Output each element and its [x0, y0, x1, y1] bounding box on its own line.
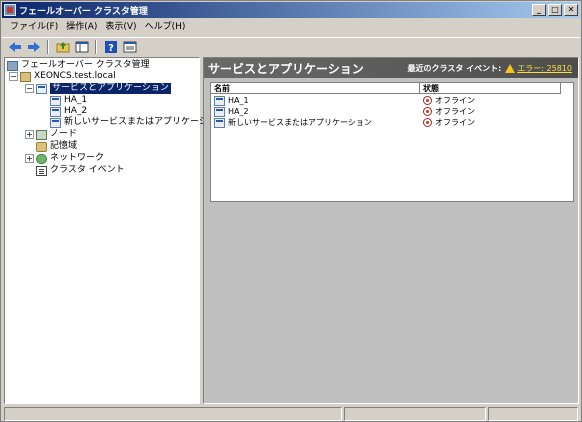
tree-item-events[interactable]: クラスタ イベント	[36, 165, 125, 176]
failover-cluster-app-icon	[4, 4, 16, 16]
offline-status-icon	[423, 118, 432, 127]
offline-status-icon	[423, 107, 432, 116]
network-icon	[36, 153, 47, 164]
title-bar[interactable]: フェールオーバー クラスタ管理 _ □ ✕	[2, 2, 580, 18]
properties-button[interactable]	[121, 39, 138, 55]
tree-item-nodes[interactable]: + ノード	[25, 129, 77, 140]
expand-toggle[interactable]: +	[25, 154, 34, 163]
list-item-status: オフライン	[435, 96, 475, 105]
warning-icon	[505, 63, 516, 73]
tree-item-ha1[interactable]: HA_1	[50, 95, 87, 106]
minimize-button[interactable]: _	[532, 4, 546, 16]
menu-view[interactable]: 表示(V)	[101, 20, 140, 35]
list-item-name-cell: HA_1	[214, 95, 249, 106]
toolbar-separator	[47, 40, 49, 54]
tree-item-services[interactable]: − サービスとアプリケーション	[25, 83, 171, 94]
recent-events: 最近のクラスタ イベント: エラー: 25810	[407, 63, 572, 74]
window-controls: _ □ ✕	[532, 4, 578, 16]
status-panel-secondary	[344, 407, 486, 421]
tree-item-storage-label: 記憶域	[50, 141, 78, 151]
up-level-button[interactable]	[54, 39, 71, 55]
tree-item-ha1-label: HA_1	[64, 95, 88, 105]
tree-item-storage[interactable]: 記憶域	[36, 141, 77, 152]
content-pane: サービスとアプリケーション 最近のクラスタ イベント: エラー: 25810 名…	[203, 57, 579, 404]
list-item-name: 新しいサービスまたはアプリケーション	[228, 118, 372, 127]
tree-item-cluster[interactable]: − XEONCS.test.local	[9, 71, 116, 82]
offline-status-icon	[423, 96, 432, 105]
list-item-status: オフライン	[435, 107, 475, 116]
list-item-name: HA_1	[228, 96, 249, 105]
list-item-name-cell: 新しいサービスまたはアプリケーション	[214, 117, 372, 128]
status-panel-main	[4, 407, 342, 421]
tree-item-new-service[interactable]: 新しいサービスまたはアプリケーション	[50, 117, 226, 128]
window-title: フェールオーバー クラスタ管理	[19, 6, 148, 17]
tree-item-ha2-label: HA_2	[64, 106, 88, 116]
status-bar	[2, 406, 580, 422]
list-item[interactable]: 新しいサービスまたはアプリケーション オフライン	[211, 117, 573, 128]
list-item[interactable]: HA_2 オフライン	[211, 106, 573, 117]
recent-events-link[interactable]: エラー: 25810	[517, 63, 572, 74]
service-icon	[50, 106, 61, 117]
service-icon	[214, 117, 225, 128]
close-button[interactable]: ✕	[564, 4, 578, 16]
tree-item-nodes-label: ノード	[50, 129, 78, 139]
column-header-status[interactable]: 状態	[420, 83, 561, 94]
forward-arrow-icon	[27, 42, 40, 52]
service-icon	[50, 95, 61, 106]
forward-button[interactable]	[25, 39, 42, 55]
menu-action[interactable]: 操作(A)	[62, 20, 101, 35]
show-hide-tree-button[interactable]	[73, 39, 90, 55]
content-header: サービスとアプリケーション 最近のクラスタ イベント: エラー: 25810	[204, 58, 578, 78]
console-tree[interactable]: フェールオーバー クラスタ管理 − XEONCS.test.local − サー…	[4, 57, 226, 404]
console-tree-icon	[75, 41, 88, 53]
service-icon	[50, 117, 61, 128]
cluster-icon	[20, 71, 31, 82]
list-item-status-cell: オフライン	[423, 106, 475, 117]
services-icon	[36, 83, 47, 94]
services-list[interactable]: 名前 状態 HA_1 オフライン HA_2 オフライン 新しいサービスまたはアプ…	[210, 82, 574, 202]
toolbar: ?	[2, 37, 580, 56]
help-button[interactable]: ?	[102, 39, 119, 55]
maximize-button[interactable]: □	[548, 4, 562, 16]
list-item[interactable]: HA_1 オフライン	[211, 95, 573, 106]
nodes-icon	[36, 129, 47, 140]
status-panel-tertiary	[488, 407, 578, 421]
tree-item-new-service-label: 新しいサービスまたはアプリケーション	[64, 117, 226, 127]
list-item-status-cell: オフライン	[423, 95, 475, 106]
properties-icon	[123, 41, 136, 53]
collapse-toggle[interactable]: −	[9, 72, 18, 81]
recent-events-label: 最近のクラスタ イベント:	[407, 63, 502, 73]
tree-item-services-label: サービスとアプリケーション	[50, 83, 171, 94]
list-item-status-cell: オフライン	[423, 117, 475, 128]
list-item-status: オフライン	[435, 118, 475, 127]
service-icon	[214, 95, 225, 106]
service-icon	[214, 106, 225, 117]
tree-item-ha2[interactable]: HA_2	[50, 106, 87, 117]
tree-item-events-label: クラスタ イベント	[50, 165, 125, 175]
list-item-name-cell: HA_2	[214, 106, 249, 117]
up-folder-icon	[56, 42, 69, 53]
back-button[interactable]	[6, 39, 23, 55]
cluster-manager-icon	[7, 60, 18, 71]
help-icon: ?	[104, 41, 117, 53]
toolbar-separator	[95, 40, 97, 54]
menu-file[interactable]: ファイル(F)	[6, 20, 62, 35]
page-title: サービスとアプリケーション	[208, 61, 364, 76]
main-window: フェールオーバー クラスタ管理 _ □ ✕ ファイル(F) 操作(A) 表示(V…	[0, 0, 582, 422]
storage-icon	[36, 141, 47, 152]
tree-root[interactable]: フェールオーバー クラスタ管理	[7, 60, 150, 71]
tree-item-networks-label: ネットワーク	[50, 153, 105, 163]
collapse-toggle[interactable]: −	[25, 84, 34, 93]
tree-item-cluster-label: XEONCS.test.local	[34, 71, 116, 81]
expand-toggle[interactable]: +	[25, 130, 34, 139]
back-arrow-icon	[8, 42, 21, 52]
cluster-events-icon	[36, 165, 47, 176]
tree-item-networks[interactable]: + ネットワーク	[25, 153, 104, 164]
list-item-name: HA_2	[228, 107, 249, 116]
column-header-name[interactable]: 名前	[211, 83, 420, 94]
tree-root-label: フェールオーバー クラスタ管理	[21, 60, 150, 70]
svg-text:?: ?	[108, 43, 114, 53]
menu-help[interactable]: ヘルプ(H)	[141, 20, 190, 35]
menu-bar: ファイル(F) 操作(A) 表示(V) ヘルプ(H)	[2, 19, 580, 36]
